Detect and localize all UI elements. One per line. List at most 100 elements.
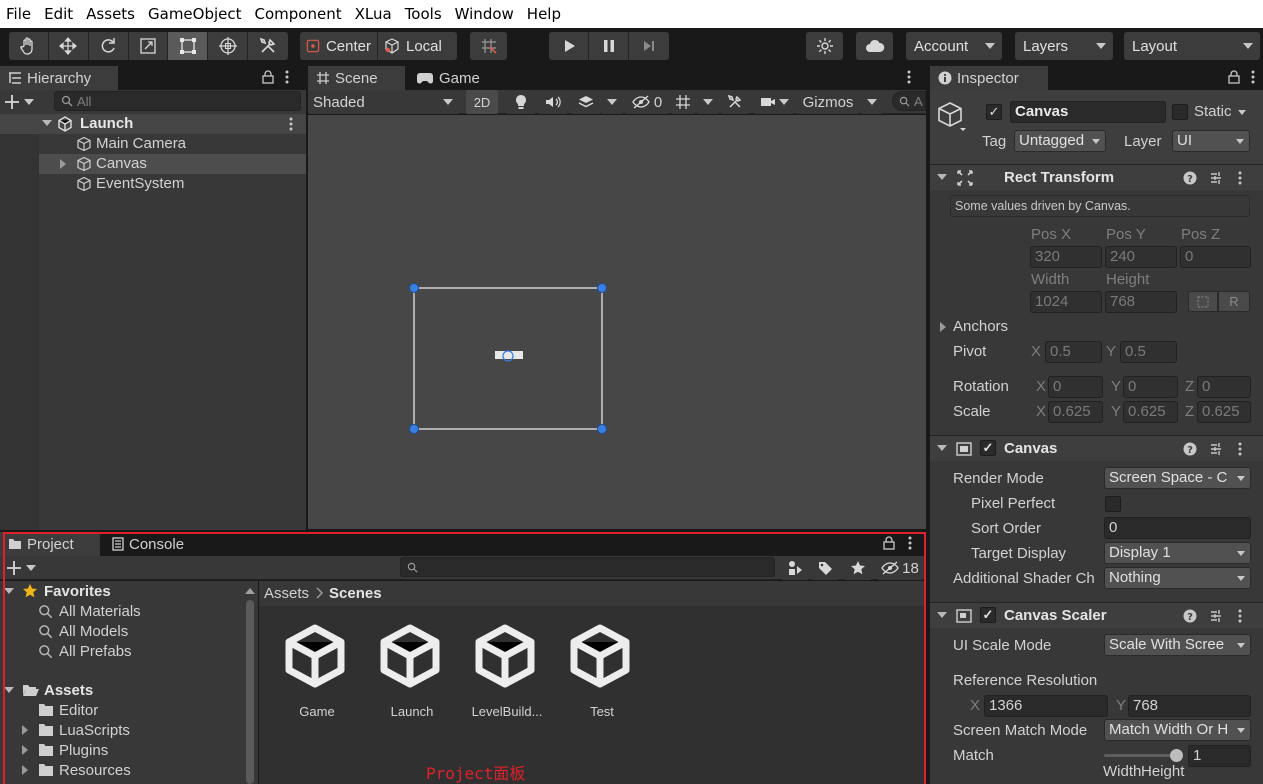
account-dropdown[interactable]: Account — [906, 32, 1002, 60]
pivot-rotation-button[interactable]: Local — [378, 32, 457, 60]
scene-file-game[interactable]: Game — [272, 624, 362, 724]
layer-dropdown[interactable]: UI — [1172, 130, 1250, 152]
canvas-scaler-header[interactable]: ✓ Canvas Scaler ? — [930, 602, 1263, 628]
tab-scene[interactable]: Scene — [308, 66, 405, 90]
folder-editor[interactable]: Editor — [38, 700, 98, 720]
menu-gameobject[interactable]: GameObject — [142, 0, 249, 28]
project-tree-scrollbar[interactable] — [244, 584, 256, 784]
expand-arrow-icon[interactable] — [22, 745, 28, 755]
more-options-icon[interactable] — [906, 70, 912, 84]
more-options-icon[interactable] — [1237, 171, 1243, 185]
scene-file-test[interactable]: Test — [557, 624, 647, 724]
hierarchy-search-input[interactable]: All — [54, 91, 301, 111]
favorite-item-all-models[interactable]: All Models — [38, 621, 128, 641]
tab-project[interactable]: Project — [0, 532, 100, 556]
assets-root-row[interactable]: Assets — [4, 680, 93, 700]
menu-file[interactable]: File — [0, 0, 38, 28]
lock-icon[interactable] — [262, 70, 274, 84]
grid-toggle[interactable] — [672, 90, 694, 114]
menu-tools[interactable]: Tools — [399, 0, 449, 28]
anchors-expand-icon[interactable] — [940, 322, 946, 332]
more-options-icon[interactable] — [284, 70, 290, 84]
expand-arrow-icon[interactable] — [22, 765, 28, 775]
sort-order-field[interactable]: 0 — [1104, 517, 1251, 539]
layers-dropdown[interactable]: Layers — [1015, 32, 1113, 60]
project-search-input[interactable] — [400, 557, 775, 577]
lock-icon[interactable] — [1228, 70, 1240, 84]
step-button[interactable] — [629, 32, 669, 60]
play-button[interactable] — [549, 32, 589, 60]
favorites-row[interactable]: Favorites — [4, 581, 111, 601]
help-icon[interactable]: ? — [1183, 442, 1197, 456]
scene-tools-toggle[interactable] — [722, 90, 748, 114]
camera-dropdown[interactable] — [755, 90, 793, 114]
scrollbar-thumb[interactable] — [246, 600, 254, 784]
layout-dropdown[interactable]: Layout — [1124, 32, 1260, 60]
menu-assets[interactable]: Assets — [80, 0, 142, 28]
menu-xlua[interactable]: XLua — [349, 0, 399, 28]
collapse-arrow-icon[interactable] — [4, 687, 14, 693]
chevron-down-icon[interactable] — [1238, 110, 1246, 115]
object-active-checkbox[interactable]: ✓ — [986, 104, 1002, 120]
hidden-packages-toggle[interactable]: 18 — [878, 556, 922, 580]
match-slider-thumb[interactable] — [1170, 749, 1183, 762]
screen-match-mode-dropdown[interactable]: Match Width Or H — [1104, 719, 1251, 741]
menu-window[interactable]: Window — [449, 0, 521, 28]
hierarchy-item-eventsystem[interactable]: EventSystem — [0, 174, 306, 194]
filter-by-label-button[interactable] — [812, 556, 838, 580]
transform-tool-button[interactable] — [208, 32, 249, 60]
scene-file-launch[interactable]: Launch — [367, 624, 457, 724]
menu-help[interactable]: Help — [521, 0, 568, 28]
hierarchy-item-canvas[interactable]: Canvas — [0, 154, 306, 174]
lock-icon[interactable] — [883, 536, 895, 550]
breadcrumb-current[interactable]: Scenes — [329, 585, 382, 602]
gizmos-button[interactable]: Gizmos — [797, 90, 859, 114]
expand-arrow-icon[interactable] — [22, 725, 28, 735]
effects-toggle[interactable] — [572, 90, 600, 114]
render-mode-dropdown[interactable]: Screen Space - C — [1104, 467, 1251, 489]
ui-scale-mode-dropdown[interactable]: Scale With Scree — [1104, 634, 1251, 656]
services-button[interactable] — [806, 32, 843, 60]
pivot-mode-button[interactable]: Center — [300, 32, 378, 60]
audio-toggle[interactable] — [539, 90, 567, 114]
scale-tool-button[interactable] — [129, 32, 169, 60]
cloud-button[interactable] — [856, 32, 893, 60]
reference-x-field[interactable]: 1366 — [984, 695, 1108, 717]
breadcrumb-root[interactable]: Assets — [264, 585, 309, 602]
preset-icon[interactable] — [1209, 171, 1223, 185]
collapse-arrow-icon[interactable] — [4, 588, 14, 594]
menu-edit[interactable]: Edit — [38, 0, 80, 28]
hierarchy-item-main-camera[interactable]: Main Camera — [0, 134, 306, 154]
grid-snap-button[interactable] — [470, 32, 507, 60]
collapse-arrow-icon[interactable] — [937, 174, 947, 180]
expand-arrow-icon[interactable] — [42, 120, 52, 126]
more-options-icon[interactable] — [1237, 609, 1243, 623]
hierarchy-scene-row[interactable]: Launch — [0, 114, 306, 134]
canvas-rect-gizmo[interactable] — [405, 280, 615, 440]
tag-dropdown[interactable]: Untagged — [1014, 130, 1106, 152]
favorite-button[interactable] — [845, 556, 871, 580]
folder-luascripts[interactable]: LuaScripts — [22, 720, 130, 740]
more-options-icon[interactable] — [907, 536, 913, 550]
anchors-label[interactable]: Anchors — [953, 318, 1008, 335]
move-tool-button[interactable] — [49, 32, 89, 60]
raw-edit-button[interactable]: R — [1218, 291, 1250, 312]
more-options-icon[interactable] — [288, 117, 294, 131]
tab-hierarchy[interactable]: Hierarchy — [0, 66, 118, 90]
project-create-button[interactable] — [6, 559, 42, 577]
canvas-scaler-enabled-checkbox[interactable]: ✓ — [980, 607, 996, 623]
favorite-item-all-materials[interactable]: All Materials — [38, 601, 141, 621]
canvas-enabled-checkbox[interactable]: ✓ — [980, 440, 996, 456]
collapse-arrow-icon[interactable] — [937, 445, 947, 451]
pause-button[interactable] — [589, 32, 629, 60]
rect-tool-button[interactable] — [168, 32, 209, 60]
tab-inspector[interactable]: Inspector — [930, 66, 1048, 90]
hidden-objects-toggle[interactable]: 0 — [626, 90, 668, 114]
hierarchy-create-button[interactable] — [4, 92, 40, 112]
pixel-perfect-checkbox[interactable] — [1105, 496, 1121, 512]
help-icon[interactable]: ? — [1183, 609, 1197, 623]
scene-search-input[interactable]: A — [892, 91, 926, 111]
draw-mode-dropdown[interactable]: Shaded — [309, 90, 459, 114]
rect-transform-header[interactable]: Rect Transform ? — [930, 164, 1263, 190]
scroll-up-icon[interactable] — [245, 588, 255, 594]
